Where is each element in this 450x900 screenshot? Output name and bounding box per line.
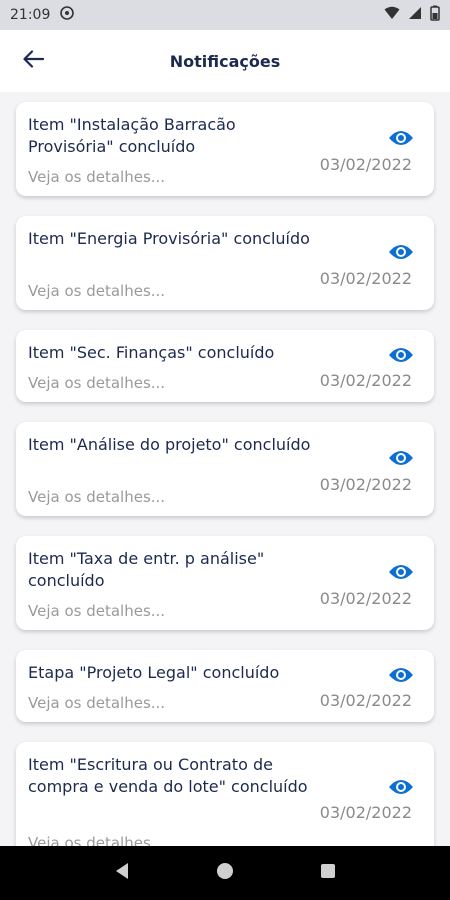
notification-date: 03/02/2022 — [319, 803, 412, 822]
status-bar: 21:09 — [0, 0, 450, 30]
eye-icon[interactable] — [388, 346, 414, 364]
notification-card[interactable]: Item "Taxa de entr. p análise" concluído… — [16, 536, 434, 630]
notification-date: 03/02/2022 — [319, 589, 412, 608]
notification-card[interactable]: Etapa "Projeto Legal" concluído Veja os … — [16, 650, 434, 722]
notification-card[interactable]: Item "Análise do projeto" concluído Veja… — [16, 422, 434, 516]
page-title: Notificações — [169, 51, 281, 71]
notification-title: Item "Sec. Finanças" concluído — [28, 343, 275, 362]
notification-title: Item "Análise do projeto" concluído — [28, 435, 311, 454]
notification-subtitle: Veja os detalhes... — [28, 282, 166, 300]
notification-date: 03/02/2022 — [319, 269, 412, 288]
notification-subtitle: Veja os detalhes... — [28, 834, 166, 846]
notification-subtitle: Veja os detalhes... — [28, 602, 166, 620]
notification-date: 03/02/2022 — [319, 371, 412, 390]
eye-icon[interactable] — [388, 449, 414, 467]
arrow-left-icon — [22, 50, 45, 72]
notification-subtitle: Veja os detalhes... — [28, 488, 166, 506]
eye-icon[interactable] — [388, 563, 414, 581]
status-time: 21:09 — [10, 7, 51, 23]
wifi-icon — [384, 6, 400, 24]
notification-subtitle: Veja os detalhes... — [28, 374, 166, 392]
nav-home-button[interactable] — [210, 858, 240, 888]
notification-title: Etapa "Projeto Legal" concluído — [28, 663, 280, 682]
signal-icon — [408, 6, 422, 24]
notification-card[interactable]: Item "Sec. Finanças" concluído Veja os d… — [16, 330, 434, 402]
notification-date: 03/02/2022 — [319, 155, 412, 174]
battery-icon — [430, 5, 440, 25]
back-button[interactable] — [14, 42, 52, 80]
notification-date: 03/02/2022 — [319, 475, 412, 494]
nav-recents-button[interactable] — [313, 858, 343, 888]
notification-card[interactable]: Item "Energia Provisória" concluído Veja… — [16, 216, 434, 310]
circle-home-icon — [216, 862, 234, 884]
notification-card[interactable]: Item "Escritura ou Contrato de compra e … — [16, 742, 434, 846]
notification-date: 03/02/2022 — [319, 691, 412, 710]
notification-subtitle: Veja os detalhes... — [28, 694, 166, 712]
notification-title: Item "Energia Provisória" concluído — [28, 229, 310, 248]
eye-icon[interactable] — [388, 666, 414, 684]
eye-icon[interactable] — [388, 129, 414, 147]
app-bar: Notificações — [0, 30, 450, 92]
system-nav-bar — [0, 846, 450, 900]
square-recents-icon — [320, 863, 336, 883]
notification-card[interactable]: Item "Instalação Barracão Provisória" co… — [16, 102, 434, 196]
eye-icon[interactable] — [388, 778, 414, 796]
nav-back-button[interactable] — [107, 858, 137, 888]
eye-icon[interactable] — [388, 243, 414, 261]
notification-title: Item "Instalação Barracão Provisória" co… — [28, 115, 236, 156]
notification-title: Item "Escritura ou Contrato de compra e … — [28, 755, 308, 796]
notification-subtitle: Veja os detalhes... — [28, 168, 166, 186]
notification-list[interactable]: Item "Instalação Barracão Provisória" co… — [0, 92, 450, 846]
sync-icon — [60, 6, 75, 24]
triangle-back-icon — [114, 862, 130, 884]
notification-title: Item "Taxa de entr. p análise" concluído — [28, 549, 265, 590]
